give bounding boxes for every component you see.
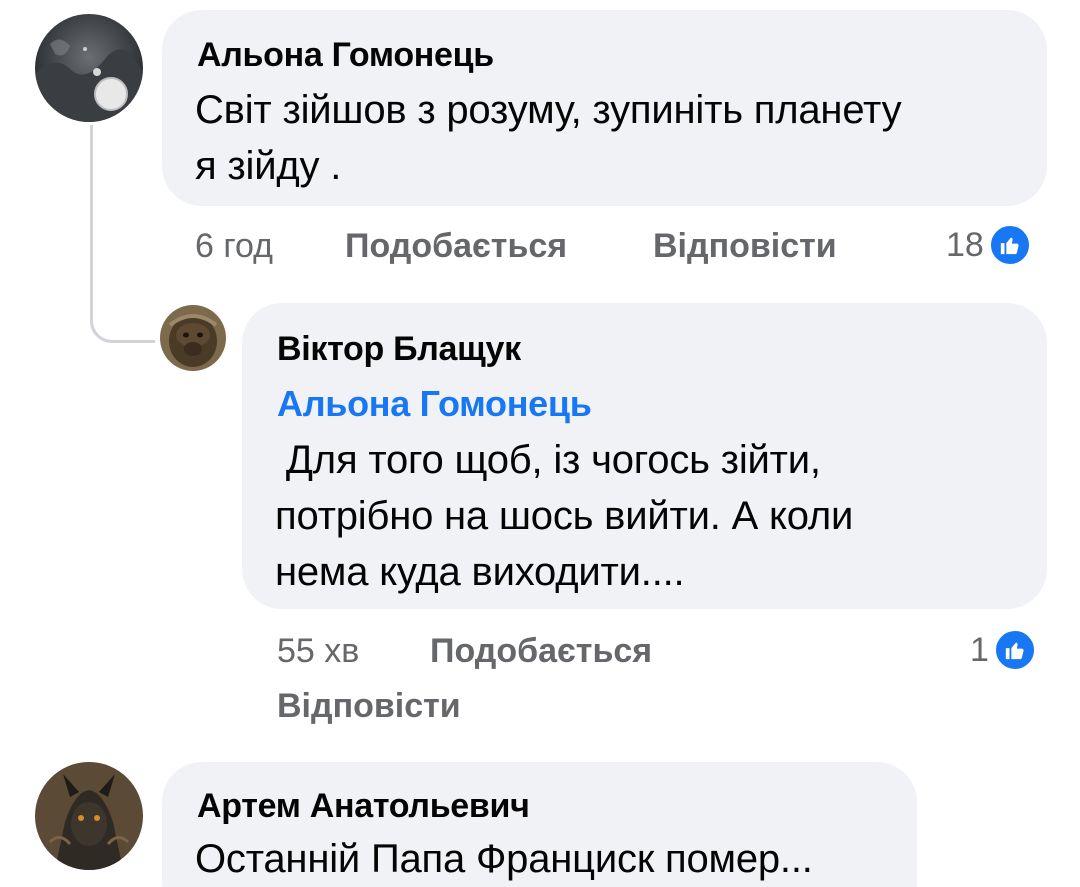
reply-button[interactable]: Відповісти (277, 687, 461, 726)
mention-link[interactable]: Альона Гомонець (277, 383, 592, 425)
comments-thread: Альона Гомонець Світ зійшов з розуму, зу… (0, 0, 1080, 887)
avatar[interactable] (160, 305, 226, 371)
reaction-count[interactable]: 18 (946, 223, 1032, 267)
gorilla-avatar-icon (160, 305, 226, 371)
moon-night-avatar-icon (35, 14, 143, 122)
avatar[interactable] (35, 762, 143, 870)
comment-author[interactable]: Віктор Блащук (277, 330, 521, 369)
reaction-count-value: 1 (970, 630, 989, 669)
comment-time[interactable]: 6 год (195, 227, 273, 266)
comment-text-line: я зійду . (195, 144, 342, 188)
thread-connector (90, 300, 155, 343)
comment-time[interactable]: 55 хв (277, 632, 359, 671)
comment-author[interactable]: Альона Гомонець (197, 36, 494, 75)
like-button[interactable]: Подобається (345, 227, 567, 266)
reply-button[interactable]: Відповісти (653, 227, 837, 266)
avatar[interactable] (35, 14, 143, 122)
comment-text-line: нема куда виходити.... (275, 550, 685, 594)
comment-text-line: Світ зійшов з розуму, зупиніть планету (195, 88, 902, 132)
comment-text-line: Для того щоб, із чогось зійти, (275, 438, 821, 482)
thumbs-up-icon (987, 223, 1032, 267)
dragon-avatar-icon (35, 762, 143, 870)
comment-author[interactable]: Артем Анатольевич (197, 787, 530, 826)
reaction-count[interactable]: 1 (970, 628, 1037, 672)
reaction-count-value: 18 (946, 225, 984, 264)
thumbs-up-icon (992, 628, 1037, 672)
thread-line (90, 125, 93, 310)
like-button[interactable]: Подобається (430, 632, 652, 671)
comment-text-line: потрібно на шось вийти. А коли (275, 494, 854, 538)
comment-text-line: Останній Папа Франциск помер... (195, 837, 813, 881)
